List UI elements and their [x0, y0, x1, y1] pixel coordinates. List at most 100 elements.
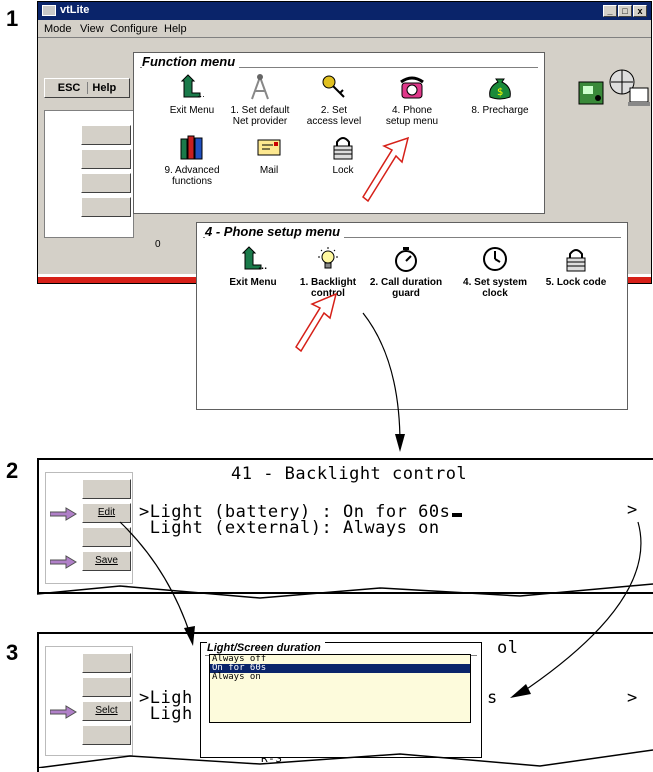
menu-item-net-provider[interactable]: 1. Set default Net provider: [228, 73, 292, 127]
duration-dropdown: Light/Screen duration Always off On for …: [200, 642, 482, 758]
keys-icon: [322, 75, 345, 98]
maximize-button[interactable]: □: [618, 5, 632, 17]
stopwatch-icon: [395, 247, 417, 272]
menu-item-label: Exit Menu: [169, 105, 215, 116]
edit-button[interactable]: Edit: [82, 503, 131, 523]
padlock-icon: [333, 137, 353, 160]
books-icon: [180, 135, 203, 160]
function-menu: Function menu ... Exit Menu 1. Set defau…: [133, 52, 545, 214]
screen-title: 41 - Backlight control: [231, 464, 468, 484]
menu-item-label: 8. Precharge: [471, 105, 529, 116]
window-title: vtLite: [60, 4, 90, 16]
esc-button[interactable]: ESC: [58, 82, 81, 94]
lightbulb-icon: [318, 247, 338, 269]
next-page-arrow[interactable]: >: [627, 500, 638, 520]
envelope-icon: [257, 139, 281, 156]
setting-line-partial-2: Ligh: [139, 704, 193, 724]
exit-arrow-icon: ...: [241, 246, 267, 271]
close-button[interactable]: x: [633, 5, 647, 17]
step-number-1: 1: [6, 6, 19, 31]
text-cursor: [452, 513, 463, 517]
pointer-arrow-icon: [49, 507, 78, 526]
menu-item-label: 9. Advanced functions: [164, 165, 220, 187]
antenna-icon: [251, 74, 269, 100]
backlight-control-screen: Edit Save 41 - Backlight control > Light …: [37, 458, 653, 594]
function-menu-header: Function menu: [140, 54, 538, 69]
menu-item-call-duration[interactable]: 2. Call duration guard: [365, 245, 447, 299]
menu-item-label: 4. Set system clock: [463, 277, 527, 299]
menu-configure[interactable]: Configure: [110, 23, 158, 35]
menu-item-lock[interactable]: Lock: [318, 133, 368, 176]
softkey-3[interactable]: [81, 173, 131, 193]
menu-item-label: Mail: [259, 165, 279, 176]
step-number-3: 3: [6, 640, 19, 665]
menu-help[interactable]: Help: [164, 23, 187, 35]
menu-item-exit[interactable]: ... Exit Menu: [164, 73, 220, 116]
title-bar: vtLite _ □ x: [38, 2, 651, 20]
softkey-1[interactable]: [82, 479, 131, 499]
menu-item-backlight[interactable]: 1. Backlight control: [295, 245, 361, 299]
phone-setup-menu-title: 4 - Phone setup menu: [205, 224, 345, 239]
softkey-panel: Selct: [45, 646, 133, 756]
svg-text:...: ...: [197, 90, 205, 99]
menu-item-advanced[interactable]: 9. Advanced functions: [156, 133, 228, 187]
softkey-3[interactable]: [82, 527, 131, 547]
function-menu-title: Function menu: [142, 54, 240, 69]
softkey-1[interactable]: [81, 125, 131, 145]
softkey-2[interactable]: [81, 149, 131, 169]
svg-text:...: ...: [258, 262, 267, 271]
menu-item-label: 1. Backlight control: [299, 277, 357, 299]
connector-arrowhead: [395, 434, 405, 452]
menu-item-label: Lock: [332, 165, 354, 176]
save-button[interactable]: Save: [82, 551, 131, 571]
telephone-icon: [400, 76, 424, 99]
menu-item-mail[interactable]: Mail: [244, 133, 294, 176]
menu-item-exit[interactable]: ... Exit Menu: [223, 245, 283, 288]
network-globe-icon: [608, 68, 652, 108]
status-value: 0: [155, 239, 161, 250]
select-button[interactable]: Selct: [82, 701, 131, 721]
menu-item-phone-setup[interactable]: 4. Phone setup menu: [380, 73, 444, 127]
phone-setup-menu-header: 4 - Phone setup menu: [203, 224, 621, 239]
menu-bar: Mode View Configure Help: [38, 20, 651, 38]
phone-setup-menu: 4 - Phone setup menu ... Exit Menu 1. Ba…: [196, 222, 628, 410]
duration-select-screen: Selct ol >Ligh Ligh s > R-S Light/Screen…: [37, 632, 653, 772]
phone-status-icon: [576, 76, 606, 108]
pointer-arrow-icon: [49, 555, 78, 574]
screen-title-partial: ol: [497, 638, 519, 658]
dropdown-option-always-on[interactable]: Always on: [210, 673, 470, 682]
help-button[interactable]: Help: [87, 82, 117, 94]
svg-text:$: $: [497, 87, 503, 98]
softkey-4[interactable]: [81, 197, 131, 217]
menu-item-precharge[interactable]: $ 8. Precharge: [468, 73, 532, 116]
exit-arrow-icon: ...: [180, 74, 205, 99]
minimize-button[interactable]: _: [603, 5, 617, 17]
menu-mode[interactable]: Mode: [44, 23, 72, 35]
clock-icon: [483, 247, 507, 271]
menu-item-label: 4. Phone setup menu: [385, 105, 439, 127]
setting-value-partial: s: [487, 688, 498, 708]
menu-item-label: Exit Menu: [229, 277, 277, 288]
menu-item-label: 1. Set default Net provider: [230, 105, 290, 127]
next-page-arrow[interactable]: >: [627, 688, 638, 708]
softkey-2[interactable]: [82, 677, 131, 697]
dropdown-list: Always off On for 60s Always on: [209, 654, 471, 723]
setting-line-external[interactable]: Light (external): Always on: [139, 518, 440, 538]
menu-item-system-clock[interactable]: 4. Set system clock: [459, 245, 531, 299]
softkey-4[interactable]: [82, 725, 131, 745]
app-icon: [42, 5, 56, 16]
menu-item-lock-code[interactable]: 5. Lock code: [537, 245, 615, 288]
step-number-2: 2: [6, 458, 19, 483]
menu-view[interactable]: View: [80, 23, 104, 35]
esc-help-bar: ESC Help: [44, 78, 130, 98]
softkey-panel: [44, 110, 134, 238]
menu-item-access-level[interactable]: 2. Set access level: [304, 73, 364, 127]
padlock-icon: [566, 249, 586, 272]
dropdown-title: Light/Screen duration: [207, 642, 325, 654]
pointer-arrow-icon: [49, 705, 78, 724]
softkey-1[interactable]: [82, 653, 131, 673]
menu-item-label: 5. Lock code: [545, 277, 607, 288]
menu-item-label: 2. Set access level: [306, 105, 362, 127]
softkey-panel: Edit Save: [45, 472, 133, 584]
money-bag-icon: $: [489, 78, 511, 100]
